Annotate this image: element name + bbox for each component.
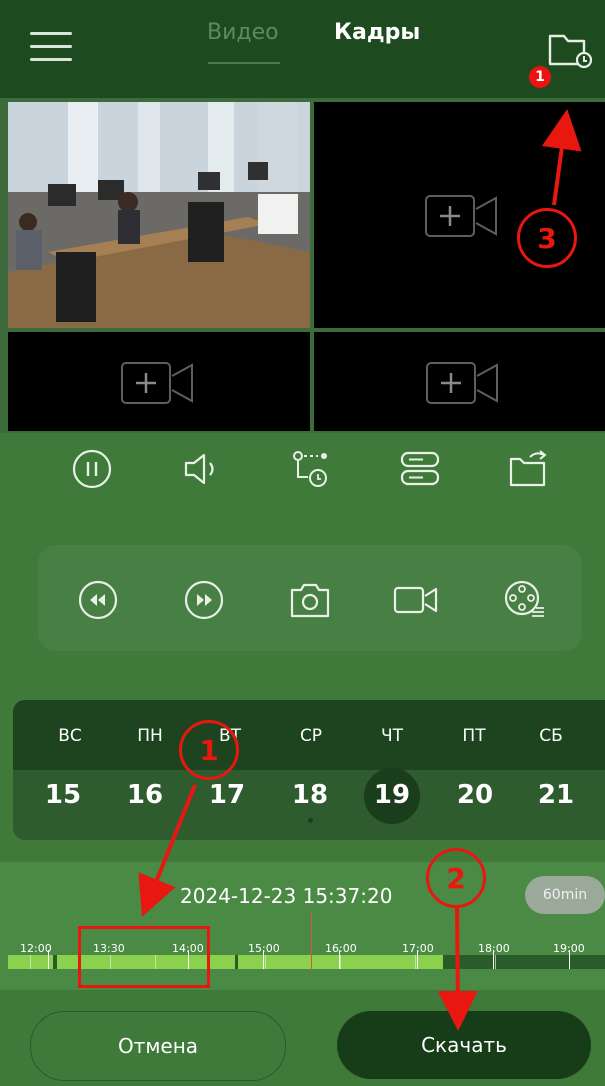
annotation-step-1: 1 [179, 720, 239, 780]
annotation-step-2: 2 [426, 848, 486, 908]
annotation-arrows [138, 109, 582, 1031]
annotation-step-3: 3 [517, 208, 577, 268]
